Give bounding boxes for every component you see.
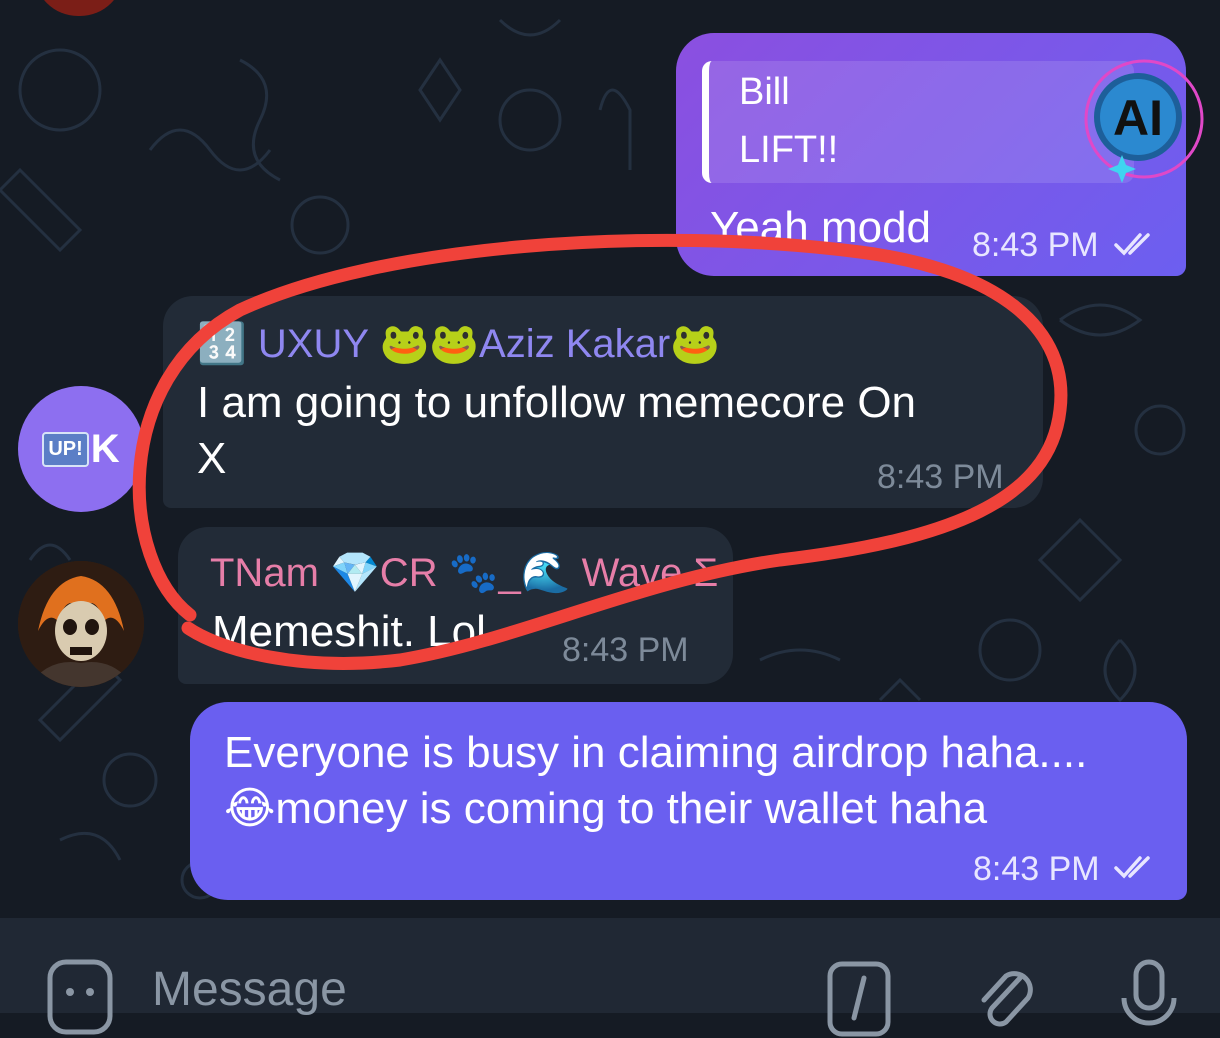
attach-icon[interactable]: [970, 958, 1040, 1038]
message-text-line-2: X: [197, 434, 227, 483]
sender-avatar-ghost-rider[interactable]: [18, 561, 144, 687]
double-check-icon: [1114, 856, 1150, 879]
message-text: Yeah modd: [710, 203, 932, 252]
message-time: 8:43 PM: [973, 850, 1100, 888]
mic-icon[interactable]: [1114, 958, 1184, 1038]
command-icon[interactable]: [824, 958, 894, 1038]
message-time: 8:43 PM: [877, 458, 1004, 496]
outgoing-message-bubble[interactable]: Everyone is busy in claiming airdrop hah…: [190, 702, 1187, 900]
message-time: 8:43 PM: [562, 631, 689, 669]
double-check-icon: [1114, 233, 1150, 256]
message-text-line-1: Everyone is busy in claiming airdrop hah…: [224, 728, 1088, 777]
incoming-message-bubble[interactable]: TNam 💎CR 🐾_🌊 Wave Σ Memeshit. Lol 8:43 P…: [178, 527, 733, 684]
reply-quoted-text: LIFT!!: [739, 129, 839, 171]
message-time: 8:43 PM: [972, 226, 1099, 264]
incoming-message-bubble[interactable]: 🔢 UXUY 🐸🐸Aziz Kakar🐸 I am going to unfol…: [163, 296, 1043, 508]
avatar-badge: UP!: [42, 431, 89, 467]
sender-name[interactable]: 🔢 UXUY 🐸🐸Aziz Kakar🐸: [197, 320, 720, 367]
message-text: Memeshit. Lol: [212, 607, 486, 656]
message-input[interactable]: Message: [152, 962, 347, 1017]
reply-sender-name: Bill: [739, 71, 790, 113]
reply-quote[interactable]: Bill LIFT!!: [702, 61, 1134, 183]
emoji-icon[interactable]: [44, 956, 116, 1036]
sender-name[interactable]: TNam 💎CR 🐾_🌊 Wave Σ: [210, 549, 718, 596]
ai-badge-icon[interactable]: AI: [1080, 55, 1208, 183]
sender-avatar[interactable]: UP! K: [18, 386, 144, 512]
message-text-line-1: I am going to unfollow memecore On: [197, 378, 917, 427]
ghost-rider-avatar: [18, 561, 144, 687]
avatar-letter: K: [90, 426, 120, 471]
message-input-bar: Message: [0, 918, 1220, 1037]
ai-badge-label: AI: [1113, 90, 1163, 146]
message-text-line-2: 😂money is coming to their wallet haha: [224, 784, 988, 833]
chat-background: Bill LIFT!! Yeah modd 8:43 PM AI UP! K 🔢…: [0, 0, 1220, 918]
